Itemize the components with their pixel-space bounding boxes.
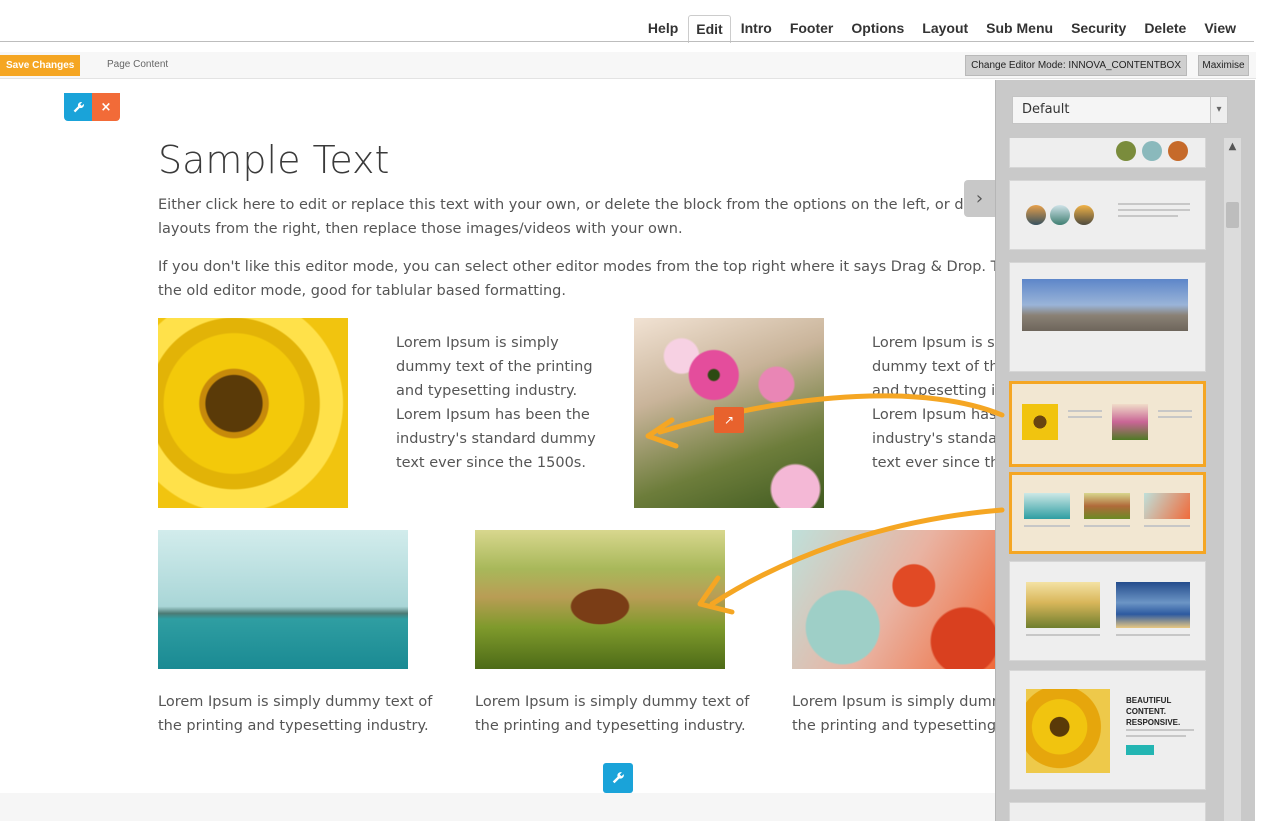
snippet-thumb — [1026, 205, 1046, 225]
maximise-button[interactable]: Maximise — [1198, 55, 1249, 76]
tab-view[interactable]: View — [1196, 14, 1244, 42]
tab-divider — [0, 41, 1254, 42]
snippet-item[interactable] — [1009, 138, 1206, 168]
lorem-text-block-right-clip: Lorem Ipsum is simply dummy text of the … — [872, 331, 995, 481]
red-leaves-image[interactable] — [792, 530, 995, 669]
snippet-thumb — [1084, 493, 1130, 519]
sea-image[interactable] — [158, 530, 408, 669]
lorem-text-block-right[interactable]: Lorem Ipsum is simply dummy text of the … — [872, 331, 995, 475]
change-editor-mode-button[interactable]: Change Editor Mode: INNOVA_CONTENTBOX — [965, 55, 1187, 76]
snippet-thumb — [1116, 141, 1136, 161]
section-label: Page Content — [107, 59, 169, 70]
intro-paragraph[interactable]: Either click here to edit or replace thi… — [158, 193, 1023, 241]
wrench-icon[interactable] — [64, 93, 92, 121]
tab-options[interactable]: Options — [843, 14, 912, 42]
lorem-text-block[interactable]: Lorem Ipsum is simply dummy text of the … — [396, 331, 601, 475]
close-icon[interactable]: × — [92, 93, 120, 121]
snippet-mini-button — [1126, 745, 1154, 755]
snippet-text-line — [1144, 525, 1190, 527]
caption-1[interactable]: Lorem Ipsum is simply dummy text of the … — [158, 690, 433, 738]
snippet-item-highlighted[interactable] — [1009, 472, 1206, 554]
tab-layout[interactable]: Layout — [914, 14, 976, 42]
snippet-thumb — [1144, 493, 1190, 519]
snippet-item[interactable] — [1009, 180, 1206, 250]
top-tab-bar: Help Edit Intro Footer Options Layout Su… — [638, 14, 1244, 43]
snippet-list: BEAUTIFUL CONTENT. RESPONSIVE. — [996, 138, 1226, 821]
snippet-thumb — [1116, 582, 1190, 628]
sunflower-image[interactable] — [158, 318, 348, 508]
drag-handle-icon[interactable]: ↗ — [714, 407, 744, 433]
snippet-text-line — [1126, 735, 1186, 737]
snippet-thumb — [1142, 141, 1162, 161]
snippet-text-line — [1116, 634, 1190, 636]
intro-line-2: layouts from the right, then replace tho… — [158, 221, 683, 237]
intro-line-1: Either click here to edit or replace thi… — [158, 197, 1023, 213]
snippet-text-line — [1084, 525, 1130, 527]
snippet-text-line — [1026, 634, 1100, 636]
tab-security[interactable]: Security — [1063, 14, 1134, 42]
snippet-item[interactable] — [1009, 262, 1206, 372]
page-title[interactable]: Sample Text — [158, 138, 389, 182]
save-changes-button[interactable]: Save Changes — [0, 55, 81, 76]
snippet-thumb — [1026, 689, 1110, 773]
caption-3-clip: Lorem Ipsum is simply dummy text of the … — [792, 690, 995, 740]
snippet-text-line — [1118, 209, 1190, 211]
snippet-item[interactable]: BEAUTIFUL CONTENT. RESPONSIVE. — [1009, 670, 1206, 790]
mode-paragraph[interactable]: If you don't like this editor mode, you … — [158, 255, 1044, 303]
snippet-thumb — [1050, 205, 1070, 225]
tab-footer[interactable]: Footer — [782, 14, 842, 42]
caption-3[interactable]: Lorem Ipsum is simply dummy text of the … — [792, 690, 995, 738]
editor-page: { "tabs": [ {"label": "Help"}, {"label":… — [0, 0, 1262, 821]
snippet-scrollbar[interactable]: ▲ — [1224, 138, 1241, 821]
snippet-item[interactable] — [1009, 561, 1206, 661]
snippet-text-line — [1158, 410, 1192, 412]
snippet-thumb — [1112, 404, 1148, 440]
snippet-thumb — [1168, 141, 1188, 161]
chevron-up-icon[interactable]: ▲ — [1224, 138, 1241, 155]
snippet-text-line — [1118, 215, 1178, 217]
snippet-text-line — [1024, 525, 1070, 527]
leather-bag-image[interactable] — [475, 530, 725, 669]
snippet-thumb — [1022, 404, 1058, 440]
mode-line-1: If you don't like this editor mode, you … — [158, 259, 1044, 275]
tab-help[interactable]: Help — [640, 14, 686, 42]
footer-strip — [0, 793, 995, 821]
snippet-item-highlighted[interactable] — [1009, 381, 1206, 467]
snippet-text-line — [1068, 416, 1102, 418]
block-tools: × — [64, 93, 120, 121]
editor-toolbar: Save Changes Page Content Change Editor … — [0, 52, 1256, 79]
tab-edit[interactable]: Edit — [688, 15, 731, 43]
snippet-thumb — [1022, 279, 1188, 331]
chevron-right-icon[interactable]: › — [964, 180, 995, 217]
snippet-text-line — [1118, 203, 1190, 205]
snippet-item[interactable] — [1009, 802, 1206, 821]
mode-line-2: the old editor mode, good for tablular b… — [158, 283, 566, 299]
add-block-wrench-icon[interactable] — [603, 763, 633, 793]
snippet-text-line — [1158, 416, 1192, 418]
tab-sub-menu[interactable]: Sub Menu — [978, 14, 1061, 42]
chevron-down-icon[interactable]: ▾ — [1210, 97, 1227, 123]
snippet-text-line — [1068, 410, 1102, 412]
snippet-category-select[interactable]: Default ▾ — [1012, 96, 1228, 124]
scrollbar-thumb[interactable] — [1226, 202, 1239, 228]
tab-delete[interactable]: Delete — [1136, 14, 1194, 42]
snippet-panel: Default ▾ BEAUTIFUL CONTENT. RESPONSIVE.… — [995, 80, 1255, 821]
snippet-heading: BEAUTIFUL CONTENT. RESPONSIVE. — [1126, 696, 1181, 727]
snippet-thumb — [1074, 205, 1094, 225]
select-value: Default — [1022, 102, 1070, 117]
snippet-text-line — [1126, 729, 1194, 731]
snippet-thumb — [1024, 493, 1070, 519]
caption-2[interactable]: Lorem Ipsum is simply dummy text of the … — [475, 690, 750, 738]
snippet-thumb — [1026, 582, 1100, 628]
tab-intro[interactable]: Intro — [733, 14, 780, 42]
